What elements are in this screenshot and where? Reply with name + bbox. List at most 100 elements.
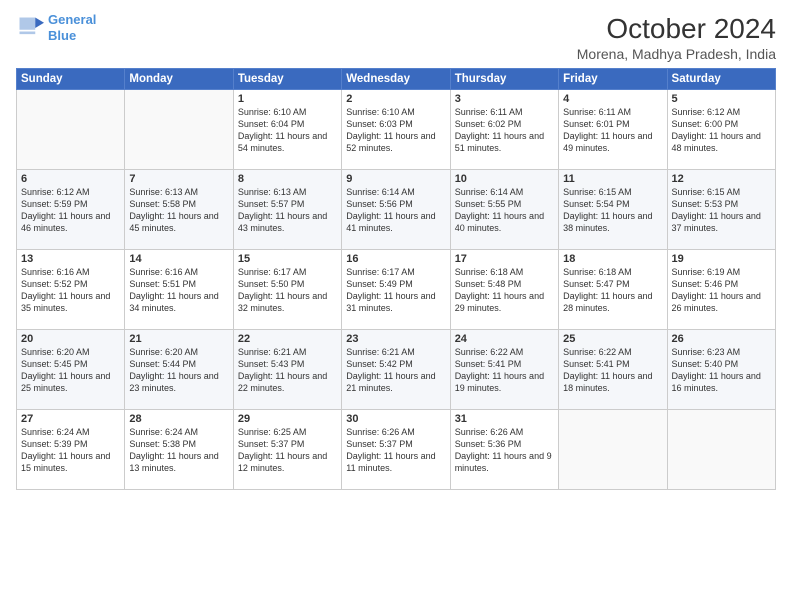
- day-info: Sunrise: 6:21 AM Sunset: 5:42 PM Dayligh…: [346, 346, 445, 395]
- calendar-cell: 30Sunrise: 6:26 AM Sunset: 5:37 PM Dayli…: [342, 409, 450, 489]
- calendar-cell: 16Sunrise: 6:17 AM Sunset: 5:49 PM Dayli…: [342, 249, 450, 329]
- day-info: Sunrise: 6:11 AM Sunset: 6:01 PM Dayligh…: [563, 106, 662, 155]
- calendar-cell: 26Sunrise: 6:23 AM Sunset: 5:40 PM Dayli…: [667, 329, 775, 409]
- day-info: Sunrise: 6:13 AM Sunset: 5:57 PM Dayligh…: [238, 186, 337, 235]
- calendar-week-1: 1Sunrise: 6:10 AM Sunset: 6:04 PM Daylig…: [17, 89, 776, 169]
- logo-icon: [16, 14, 44, 42]
- day-number: 20: [21, 333, 120, 345]
- subtitle: Morena, Madhya Pradesh, India: [577, 46, 776, 62]
- day-number: 10: [455, 173, 554, 185]
- calendar-cell: 2Sunrise: 6:10 AM Sunset: 6:03 PM Daylig…: [342, 89, 450, 169]
- day-info: Sunrise: 6:20 AM Sunset: 5:45 PM Dayligh…: [21, 346, 120, 395]
- day-number: 29: [238, 413, 337, 425]
- calendar-header-row: SundayMondayTuesdayWednesdayThursdayFrid…: [17, 68, 776, 89]
- day-info: Sunrise: 6:22 AM Sunset: 5:41 PM Dayligh…: [563, 346, 662, 395]
- calendar-col-saturday: Saturday: [667, 68, 775, 89]
- day-number: 14: [129, 253, 228, 265]
- calendar-cell: 5Sunrise: 6:12 AM Sunset: 6:00 PM Daylig…: [667, 89, 775, 169]
- day-number: 11: [563, 173, 662, 185]
- day-info: Sunrise: 6:21 AM Sunset: 5:43 PM Dayligh…: [238, 346, 337, 395]
- day-info: Sunrise: 6:17 AM Sunset: 5:50 PM Dayligh…: [238, 266, 337, 315]
- calendar-cell: 11Sunrise: 6:15 AM Sunset: 5:54 PM Dayli…: [559, 169, 667, 249]
- day-number: 25: [563, 333, 662, 345]
- calendar-cell: [125, 89, 233, 169]
- calendar-cell: [17, 89, 125, 169]
- calendar-cell: 22Sunrise: 6:21 AM Sunset: 5:43 PM Dayli…: [233, 329, 341, 409]
- calendar-cell: 19Sunrise: 6:19 AM Sunset: 5:46 PM Dayli…: [667, 249, 775, 329]
- day-info: Sunrise: 6:23 AM Sunset: 5:40 PM Dayligh…: [672, 346, 771, 395]
- day-info: Sunrise: 6:26 AM Sunset: 5:37 PM Dayligh…: [346, 426, 445, 475]
- calendar-cell: 27Sunrise: 6:24 AM Sunset: 5:39 PM Dayli…: [17, 409, 125, 489]
- calendar-cell: 20Sunrise: 6:20 AM Sunset: 5:45 PM Dayli…: [17, 329, 125, 409]
- day-number: 13: [21, 253, 120, 265]
- day-number: 24: [455, 333, 554, 345]
- calendar-col-sunday: Sunday: [17, 68, 125, 89]
- calendar-cell: 3Sunrise: 6:11 AM Sunset: 6:02 PM Daylig…: [450, 89, 558, 169]
- day-info: Sunrise: 6:16 AM Sunset: 5:51 PM Dayligh…: [129, 266, 228, 315]
- main-title: October 2024: [577, 12, 776, 46]
- day-info: Sunrise: 6:18 AM Sunset: 5:48 PM Dayligh…: [455, 266, 554, 315]
- calendar-col-wednesday: Wednesday: [342, 68, 450, 89]
- calendar-cell: 9Sunrise: 6:14 AM Sunset: 5:56 PM Daylig…: [342, 169, 450, 249]
- day-number: 4: [563, 93, 662, 105]
- day-number: 1: [238, 93, 337, 105]
- calendar-col-thursday: Thursday: [450, 68, 558, 89]
- day-number: 22: [238, 333, 337, 345]
- day-info: Sunrise: 6:14 AM Sunset: 5:55 PM Dayligh…: [455, 186, 554, 235]
- day-info: Sunrise: 6:19 AM Sunset: 5:46 PM Dayligh…: [672, 266, 771, 315]
- logo-blue: Blue: [48, 28, 96, 44]
- calendar-cell: 23Sunrise: 6:21 AM Sunset: 5:42 PM Dayli…: [342, 329, 450, 409]
- calendar-week-3: 13Sunrise: 6:16 AM Sunset: 5:52 PM Dayli…: [17, 249, 776, 329]
- day-number: 30: [346, 413, 445, 425]
- day-number: 7: [129, 173, 228, 185]
- day-number: 26: [672, 333, 771, 345]
- day-info: Sunrise: 6:11 AM Sunset: 6:02 PM Dayligh…: [455, 106, 554, 155]
- calendar-cell: 8Sunrise: 6:13 AM Sunset: 5:57 PM Daylig…: [233, 169, 341, 249]
- day-number: 31: [455, 413, 554, 425]
- day-info: Sunrise: 6:18 AM Sunset: 5:47 PM Dayligh…: [563, 266, 662, 315]
- calendar-cell: 25Sunrise: 6:22 AM Sunset: 5:41 PM Dayli…: [559, 329, 667, 409]
- calendar-week-4: 20Sunrise: 6:20 AM Sunset: 5:45 PM Dayli…: [17, 329, 776, 409]
- day-number: 28: [129, 413, 228, 425]
- calendar-col-monday: Monday: [125, 68, 233, 89]
- day-info: Sunrise: 6:14 AM Sunset: 5:56 PM Dayligh…: [346, 186, 445, 235]
- calendar-cell: 15Sunrise: 6:17 AM Sunset: 5:50 PM Dayli…: [233, 249, 341, 329]
- calendar-cell: 29Sunrise: 6:25 AM Sunset: 5:37 PM Dayli…: [233, 409, 341, 489]
- page: General Blue October 2024 Morena, Madhya…: [0, 0, 792, 612]
- day-info: Sunrise: 6:15 AM Sunset: 5:53 PM Dayligh…: [672, 186, 771, 235]
- header: General Blue October 2024 Morena, Madhya…: [16, 12, 776, 62]
- day-number: 5: [672, 93, 771, 105]
- day-number: 18: [563, 253, 662, 265]
- calendar-cell: 4Sunrise: 6:11 AM Sunset: 6:01 PM Daylig…: [559, 89, 667, 169]
- day-info: Sunrise: 6:13 AM Sunset: 5:58 PM Dayligh…: [129, 186, 228, 235]
- calendar-cell: 14Sunrise: 6:16 AM Sunset: 5:51 PM Dayli…: [125, 249, 233, 329]
- calendar-cell: 28Sunrise: 6:24 AM Sunset: 5:38 PM Dayli…: [125, 409, 233, 489]
- calendar-week-5: 27Sunrise: 6:24 AM Sunset: 5:39 PM Dayli…: [17, 409, 776, 489]
- day-number: 6: [21, 173, 120, 185]
- calendar-cell: 13Sunrise: 6:16 AM Sunset: 5:52 PM Dayli…: [17, 249, 125, 329]
- calendar-cell: 31Sunrise: 6:26 AM Sunset: 5:36 PM Dayli…: [450, 409, 558, 489]
- day-info: Sunrise: 6:20 AM Sunset: 5:44 PM Dayligh…: [129, 346, 228, 395]
- calendar-cell: 24Sunrise: 6:22 AM Sunset: 5:41 PM Dayli…: [450, 329, 558, 409]
- day-info: Sunrise: 6:22 AM Sunset: 5:41 PM Dayligh…: [455, 346, 554, 395]
- day-number: 19: [672, 253, 771, 265]
- calendar-col-friday: Friday: [559, 68, 667, 89]
- day-info: Sunrise: 6:10 AM Sunset: 6:04 PM Dayligh…: [238, 106, 337, 155]
- day-number: 27: [21, 413, 120, 425]
- calendar-col-tuesday: Tuesday: [233, 68, 341, 89]
- day-info: Sunrise: 6:10 AM Sunset: 6:03 PM Dayligh…: [346, 106, 445, 155]
- day-info: Sunrise: 6:16 AM Sunset: 5:52 PM Dayligh…: [21, 266, 120, 315]
- day-number: 12: [672, 173, 771, 185]
- calendar-cell: 7Sunrise: 6:13 AM Sunset: 5:58 PM Daylig…: [125, 169, 233, 249]
- day-number: 16: [346, 253, 445, 265]
- logo-text-block: General Blue: [48, 12, 96, 43]
- day-number: 15: [238, 253, 337, 265]
- day-number: 17: [455, 253, 554, 265]
- day-info: Sunrise: 6:12 AM Sunset: 6:00 PM Dayligh…: [672, 106, 771, 155]
- day-info: Sunrise: 6:24 AM Sunset: 5:38 PM Dayligh…: [129, 426, 228, 475]
- day-info: Sunrise: 6:24 AM Sunset: 5:39 PM Dayligh…: [21, 426, 120, 475]
- calendar-cell: 6Sunrise: 6:12 AM Sunset: 5:59 PM Daylig…: [17, 169, 125, 249]
- calendar-cell: 12Sunrise: 6:15 AM Sunset: 5:53 PM Dayli…: [667, 169, 775, 249]
- logo: General Blue: [16, 12, 96, 43]
- day-info: Sunrise: 6:17 AM Sunset: 5:49 PM Dayligh…: [346, 266, 445, 315]
